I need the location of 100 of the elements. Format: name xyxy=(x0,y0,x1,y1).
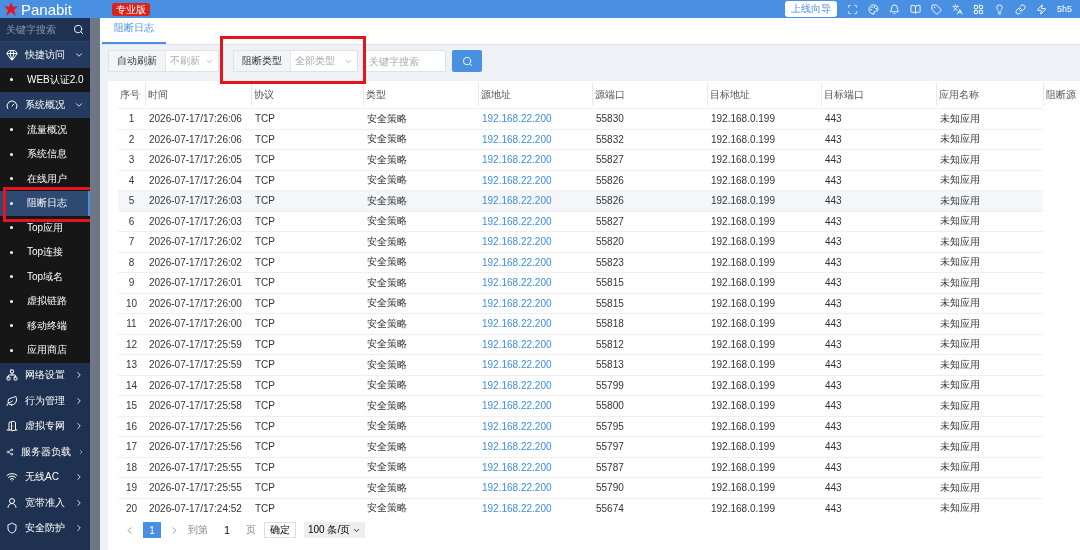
page-size-select[interactable]: 100 条/页 xyxy=(304,522,366,538)
sidebar-group[interactable]: 网络设置 xyxy=(0,362,90,388)
table-cell: 55815 xyxy=(592,272,707,293)
chevron-icon xyxy=(74,370,84,381)
sidebar-group[interactable]: 无线AC xyxy=(0,464,90,490)
ip-link[interactable]: 192.168.22.200 xyxy=(478,149,592,170)
bell-icon[interactable] xyxy=(888,3,900,15)
table-cell: 5 xyxy=(118,190,145,211)
table-cell: 12 xyxy=(118,333,145,354)
filter-dropdown[interactable]: 不刷新 xyxy=(166,51,218,71)
table-cell: TCP xyxy=(251,374,363,395)
filter-dropdown[interactable]: 全部类型 xyxy=(291,51,357,71)
sidebar-item[interactable]: 移动终端 xyxy=(0,313,90,338)
table-cell: 安全策略 xyxy=(363,313,478,334)
search-icon[interactable] xyxy=(73,24,84,35)
sidebar-group[interactable]: 虚拟专网 xyxy=(0,413,90,439)
confirm-button[interactable]: 确定 xyxy=(264,522,296,538)
leaf-icon xyxy=(6,394,18,407)
table-cell: 443 xyxy=(821,251,936,272)
sidebar-item[interactable]: WEB认证2.0 xyxy=(0,67,90,92)
column-header: 源地址 xyxy=(478,83,592,106)
goto-label: 到第 xyxy=(188,523,208,537)
table-cell: TCP xyxy=(251,354,363,375)
ip-link[interactable]: 192.168.22.200 xyxy=(478,292,592,313)
sidebar-item[interactable]: 阻断日志 xyxy=(0,191,90,216)
search-button[interactable] xyxy=(452,50,482,72)
table-cell: 443 xyxy=(821,292,936,313)
table-cell: 9 xyxy=(118,272,145,293)
search-field[interactable]: 关键字搜索 xyxy=(364,50,446,72)
table-cell: 55787 xyxy=(592,456,707,477)
ip-link[interactable]: 192.168.22.200 xyxy=(478,251,592,272)
table-cell: 2026-07-17/17:24:52 xyxy=(145,497,251,518)
ip-link[interactable]: 192.168.22.200 xyxy=(478,374,592,395)
table-cell: TCP xyxy=(251,190,363,211)
table-cell: 2026-07-17/17:25:58 xyxy=(145,374,251,395)
sidebar-item[interactable]: 流量概况 xyxy=(0,117,90,142)
column-header: 目标端口 xyxy=(821,83,936,106)
ip-link[interactable]: 192.168.22.200 xyxy=(478,477,592,498)
table-cell: 13 xyxy=(118,354,145,375)
ip-link[interactable]: 192.168.22.200 xyxy=(478,272,592,293)
page-button[interactable]: 1 xyxy=(143,522,161,538)
tag-icon[interactable] xyxy=(930,3,942,15)
table-cell: 未知应用 xyxy=(936,313,1043,334)
ip-link[interactable]: 192.168.22.200 xyxy=(478,190,592,211)
sidebar-item[interactable]: Top域名 xyxy=(0,264,90,289)
table-cell: 55674 xyxy=(592,497,707,518)
sidebar-group[interactable]: 行为管理 xyxy=(0,388,90,414)
ip-link[interactable]: 192.168.22.200 xyxy=(478,456,592,477)
table-cell: 6 xyxy=(118,210,145,231)
shield-icon xyxy=(6,522,18,535)
sidebar-item[interactable]: Top应用 xyxy=(0,215,90,240)
tab[interactable]: 阻断日志 xyxy=(102,21,166,44)
table-cell: 安全策略 xyxy=(363,149,478,170)
table-cell: 192.168.0.199 xyxy=(707,108,821,129)
table-cell: 443 xyxy=(821,395,936,416)
lightbulb-icon[interactable] xyxy=(993,3,1005,15)
table-cell: 192.168.0.199 xyxy=(707,149,821,170)
grid-icon[interactable] xyxy=(972,3,984,15)
ip-link[interactable]: 192.168.22.200 xyxy=(478,497,592,518)
sidebar-group[interactable]: 宽带准入 xyxy=(0,490,90,516)
column-header: 目标地址 xyxy=(707,83,821,106)
ip-link[interactable]: 192.168.22.200 xyxy=(478,354,592,375)
sidebar-group[interactable]: 系统概况 xyxy=(0,92,90,118)
table-cell: 192.168.0.199 xyxy=(707,128,821,149)
sidebar-item[interactable]: 在线用户 xyxy=(0,166,90,191)
table-cell: 14 xyxy=(118,374,145,395)
sidebar-item[interactable]: 虚拟链路 xyxy=(0,289,90,314)
table-cell: 未知应用 xyxy=(936,374,1043,395)
link-icon[interactable] xyxy=(1014,3,1026,15)
table-cell: 443 xyxy=(821,456,936,477)
sidebar-item[interactable]: 系统信息 xyxy=(0,142,90,167)
network-icon xyxy=(6,369,18,382)
palette-icon[interactable] xyxy=(867,3,879,15)
ip-link[interactable]: 192.168.22.200 xyxy=(478,313,592,334)
guide-button[interactable]: 上线向导 xyxy=(784,1,837,17)
ip-link[interactable]: 192.168.22.200 xyxy=(478,333,592,354)
column-header: 阻断源 xyxy=(1043,83,1080,106)
sidebar-item[interactable]: 应用商店 xyxy=(0,338,90,363)
table-cell: 2026-07-17/17:26:01 xyxy=(145,272,251,293)
sidebar-group[interactable]: 安全防护 xyxy=(0,515,90,541)
table-cell: 安全策略 xyxy=(363,374,478,395)
sidebar-group[interactable]: 快捷访问 xyxy=(0,42,90,68)
translate-icon[interactable] xyxy=(951,3,963,15)
ip-link[interactable]: 192.168.22.200 xyxy=(478,415,592,436)
sidebar-item[interactable]: Top连接 xyxy=(0,240,90,265)
table-cell: TCP xyxy=(251,210,363,231)
scan-icon[interactable] xyxy=(846,3,858,15)
ip-link[interactable]: 192.168.22.200 xyxy=(478,210,592,231)
table-cell: 安全策略 xyxy=(363,333,478,354)
book-icon[interactable] xyxy=(909,3,921,15)
ip-link[interactable]: 192.168.22.200 xyxy=(478,231,592,252)
ip-link[interactable]: 192.168.22.200 xyxy=(478,108,592,129)
table-cell: 192.168.0.199 xyxy=(707,313,821,334)
ip-link[interactable]: 192.168.22.200 xyxy=(478,128,592,149)
ip-link[interactable]: 192.168.22.200 xyxy=(478,436,592,457)
table-cell: 443 xyxy=(821,415,936,436)
lightning-icon[interactable] xyxy=(1035,3,1047,15)
logo-icon xyxy=(4,2,18,16)
sidebar-group[interactable]: 服务器负载 xyxy=(0,439,90,465)
ip-link[interactable]: 192.168.22.200 xyxy=(478,395,592,416)
